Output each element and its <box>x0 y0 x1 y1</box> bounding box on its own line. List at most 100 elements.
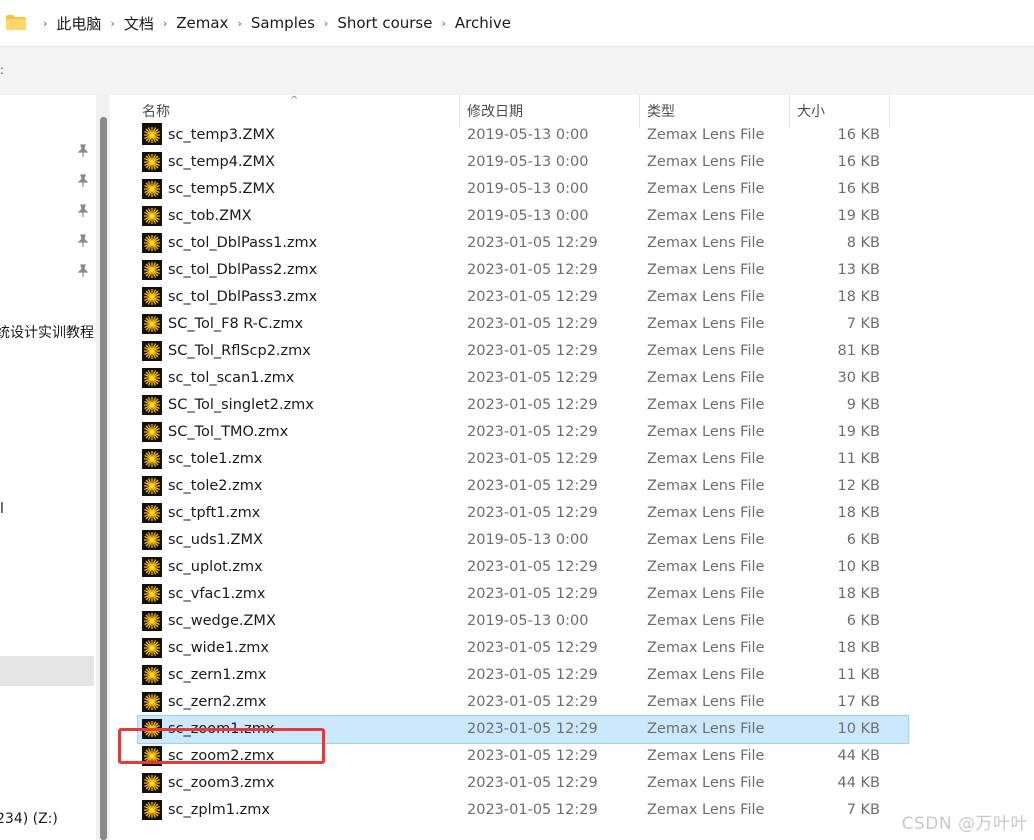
file-date: 2023-01-05 12:29 <box>467 424 598 440</box>
file-name[interactable]: sc_zoom1.zmx <box>168 716 274 743</box>
file-row[interactable]: sc_tol_DblPass2.zmx 2023-01-05 12:29 Zemax… <box>138 257 908 284</box>
file-row[interactable]: SC_Tol_F8 R-C.zmx 2023-01-05 12:29 Zemax L… <box>138 311 908 338</box>
file-name[interactable]: sc_zplm1.zmx <box>168 797 270 824</box>
file-row[interactable]: sc_zoom3.zmx 2023-01-05 12:29 Zemax Lens F… <box>138 770 908 797</box>
file-name[interactable]: SC_Tol_F8 R-C.zmx <box>168 311 303 338</box>
file-name[interactable]: sc_temp3.ZMX <box>168 122 275 149</box>
zemax-lens-file-icon <box>142 395 162 415</box>
file-name[interactable]: sc_uds1.ZMX <box>168 527 263 554</box>
chevron-right-icon[interactable]: › <box>441 17 445 30</box>
file-name[interactable]: sc_zern1.zmx <box>168 662 266 689</box>
file-row[interactable]: sc_zoom1.zmx 2023-01-05 12:29 Zemax Lens F… <box>137 715 909 744</box>
file-row[interactable]: sc_tob.ZMX 2019-05-13 0:00 Zemax Lens File… <box>138 203 908 230</box>
chevron-right-icon[interactable]: › <box>110 17 114 30</box>
file-name[interactable]: sc_tob.ZMX <box>168 203 252 230</box>
file-name[interactable]: sc_tol_DblPass3.zmx <box>168 284 317 311</box>
file-name[interactable]: sc_tol_scan1.zmx <box>168 365 294 392</box>
file-size: 12 KB <box>837 478 880 494</box>
file-name[interactable]: sc_tol_DblPass2.zmx <box>168 257 317 284</box>
breadcrumb-item[interactable]: Short course <box>337 14 432 32</box>
file-type: Zemax Lens File <box>647 775 765 791</box>
file-row[interactable]: sc_wedge.ZMX 2019-05-13 0:00 Zemax Lens Fi… <box>138 608 908 635</box>
file-name[interactable]: SC_Tol_singlet2.zmx <box>168 392 314 419</box>
pin-icon[interactable] <box>76 264 90 278</box>
zemax-lens-file-icon <box>142 800 162 820</box>
file-name[interactable]: sc_tpft1.zmx <box>168 500 260 527</box>
file-row[interactable]: sc_zern2.zmx 2023-01-05 12:29 Zemax Lens F… <box>138 689 908 716</box>
file-row[interactable]: sc_temp4.ZMX 2019-05-13 0:00 Zemax Lens Fi… <box>138 149 908 176</box>
chevron-right-icon[interactable]: › <box>43 17 47 30</box>
file-name[interactable]: SC_Tol_TMO.zmx <box>168 419 288 446</box>
file-row[interactable]: sc_tpft1.zmx 2023-01-05 12:29 Zemax Lens F… <box>138 500 908 527</box>
toolbar: : <box>0 47 1034 95</box>
file-row[interactable]: sc_uds1.ZMX 2019-05-13 0:00 Zemax Lens Fil… <box>138 527 908 554</box>
file-name[interactable]: sc_uplot.zmx <box>168 554 263 581</box>
file-name[interactable]: sc_zoom3.zmx <box>168 770 274 797</box>
file-row[interactable]: sc_tole2.zmx 2023-01-05 12:29 Zemax Lens F… <box>138 473 908 500</box>
zemax-lens-file-icon <box>142 152 162 172</box>
file-name[interactable]: sc_zern2.zmx <box>168 689 266 716</box>
file-row[interactable]: sc_wide1.zmx 2023-01-05 12:29 Zemax Lens F… <box>138 635 908 662</box>
zemax-lens-file-icon <box>142 746 162 766</box>
nav-item-selected[interactable] <box>0 656 94 686</box>
file-type: Zemax Lens File <box>647 424 765 440</box>
file-size: 18 KB <box>837 640 880 656</box>
nav-item-course[interactable]: 统设计实训教程 <box>0 322 94 342</box>
file-row[interactable]: SC_Tol_RflScp2.zmx 2023-01-05 12:29 Zemax … <box>138 338 908 365</box>
file-name[interactable]: sc_wide1.zmx <box>168 635 269 662</box>
file-date: 2019-05-13 0:00 <box>467 613 589 629</box>
chevron-right-icon[interactable]: › <box>163 17 167 30</box>
file-row[interactable]: SC_Tol_TMO.zmx 2023-01-05 12:29 Zemax Lens… <box>138 419 908 446</box>
file-name[interactable]: sc_zoom2.zmx <box>168 743 274 770</box>
file-name[interactable]: sc_tole2.zmx <box>168 473 262 500</box>
file-name[interactable]: sc_temp5.ZMX <box>168 176 275 203</box>
file-size: 19 KB <box>837 424 880 440</box>
file-date: 2023-01-05 12:29 <box>467 505 598 521</box>
address-bar[interactable]: › 此电脑 › 文档 › Zemax › Samples › Short course › Archi… <box>0 0 1034 47</box>
pin-icon[interactable] <box>76 174 90 188</box>
file-name[interactable]: sc_temp4.ZMX <box>168 149 275 176</box>
file-name[interactable]: sc_wedge.ZMX <box>168 608 276 635</box>
file-row[interactable]: sc_tol_DblPass1.zmx 2023-01-05 12:29 Zemax… <box>138 230 908 257</box>
file-type: Zemax Lens File <box>647 235 765 251</box>
file-row[interactable]: sc_zoom2.zmx 2023-01-05 12:29 Zemax Lens F… <box>138 743 908 770</box>
chevron-right-icon[interactable]: › <box>324 17 328 30</box>
file-type: Zemax Lens File <box>647 181 765 197</box>
file-row[interactable]: sc_tole1.zmx 2023-01-05 12:29 Zemax Lens F… <box>138 446 908 473</box>
breadcrumb-item[interactable]: 文档 <box>124 13 154 34</box>
breadcrumb-item[interactable]: Archive <box>455 14 511 32</box>
file-row[interactable]: sc_vfac1.zmx 2023-01-05 12:29 Zemax Lens F… <box>138 581 908 608</box>
file-type: Zemax Lens File <box>647 613 765 629</box>
chevron-right-icon[interactable]: › <box>237 17 241 30</box>
file-row[interactable]: sc_tol_DblPass3.zmx 2023-01-05 12:29 Zemax… <box>138 284 908 311</box>
file-row[interactable]: SC_Tol_singlet2.zmx 2023-01-05 12:29 Zemax… <box>138 392 908 419</box>
pin-icon[interactable] <box>76 234 90 248</box>
nav-item-drive-z[interactable]: 234) (Z:) <box>0 811 58 827</box>
file-list[interactable]: ^ 名称 修改日期 类型 大小 sc_temp3.ZMX 2019-05-13 0… <box>114 95 1034 840</box>
file-row[interactable]: sc_zplm1.zmx 2023-01-05 12:29 Zemax Lens F… <box>138 797 908 824</box>
breadcrumb-item[interactable]: Zemax <box>176 14 228 32</box>
zemax-lens-file-icon <box>142 584 162 604</box>
zemax-lens-file-icon <box>142 449 162 469</box>
navigation-pane[interactable]: 统设计实训教程 l 234) (Z:) <box>0 95 114 840</box>
file-row[interactable]: sc_tol_scan1.zmx 2023-01-05 12:29 Zemax Le… <box>138 365 908 392</box>
file-row[interactable]: sc_temp3.ZMX 2019-05-13 0:00 Zemax Lens Fi… <box>138 122 908 149</box>
breadcrumb-item[interactable]: 此电脑 <box>56 13 101 34</box>
file-name[interactable]: SC_Tol_RflScp2.zmx <box>168 338 311 365</box>
file-row[interactable]: sc_zern1.zmx 2023-01-05 12:29 Zemax Lens F… <box>138 662 908 689</box>
breadcrumb-item[interactable]: Samples <box>251 14 315 32</box>
zemax-lens-file-icon <box>142 287 162 307</box>
file-row[interactable]: sc_temp5.ZMX 2019-05-13 0:00 Zemax Lens Fi… <box>138 176 908 203</box>
file-name[interactable]: sc_tole1.zmx <box>168 446 262 473</box>
nav-item-fragment[interactable]: l <box>0 501 4 517</box>
file-type: Zemax Lens File <box>647 127 765 143</box>
file-row[interactable]: sc_uplot.zmx 2023-01-05 12:29 Zemax Lens F… <box>138 554 908 581</box>
file-type: Zemax Lens File <box>647 586 765 602</box>
file-name[interactable]: sc_vfac1.zmx <box>168 581 265 608</box>
nav-scrollbar-thumb[interactable] <box>100 117 107 840</box>
file-type: Zemax Lens File <box>647 721 765 737</box>
file-name[interactable]: sc_tol_DblPass1.zmx <box>168 230 317 257</box>
file-size: 18 KB <box>837 586 880 602</box>
pin-icon[interactable] <box>76 204 90 218</box>
pin-icon[interactable] <box>76 144 90 158</box>
